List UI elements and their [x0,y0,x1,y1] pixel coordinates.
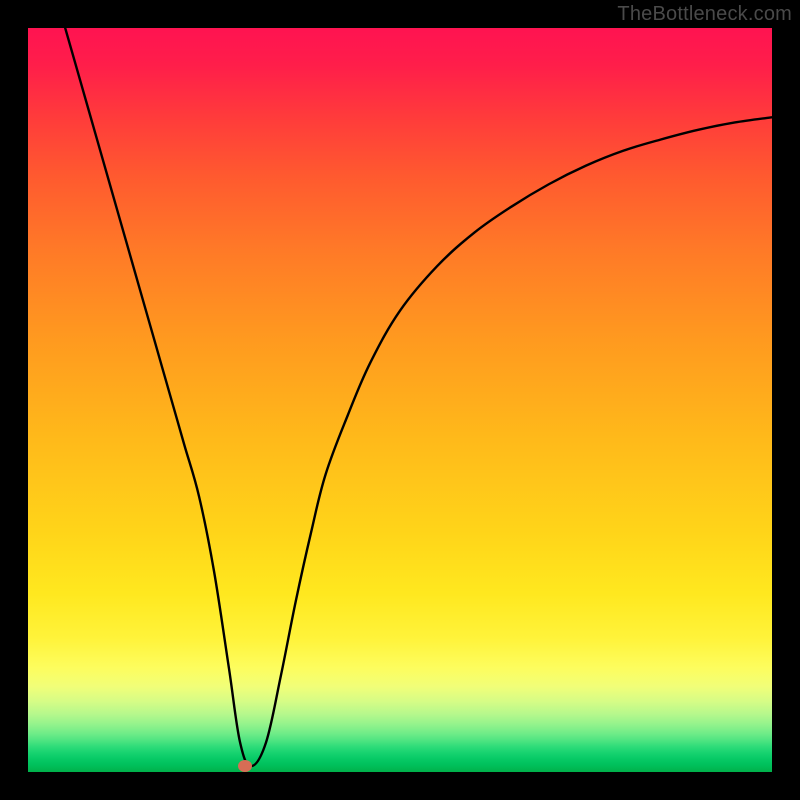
chart-frame: TheBottleneck.com [0,0,800,800]
curve-layer [28,28,772,772]
plot-area [28,28,772,772]
bottleneck-curve [65,28,772,766]
watermark-text: TheBottleneck.com [617,3,792,26]
optimal-point-marker [238,760,252,772]
